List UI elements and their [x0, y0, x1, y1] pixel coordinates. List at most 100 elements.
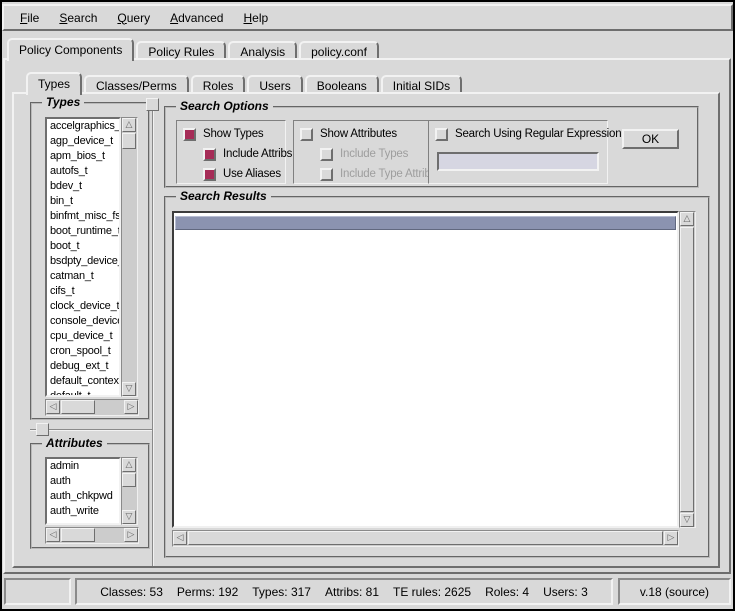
scroll-right-icon[interactable]: ▷ [664, 531, 678, 545]
stat-item: Classes: 53 [100, 585, 163, 599]
status-left-segment [4, 578, 71, 605]
checkbox-indicator [203, 168, 216, 181]
checkbox-label: Include Type Attribs [340, 168, 436, 180]
main-tab[interactable]: policy.conf [299, 41, 379, 58]
menu-item[interactable]: Search [49, 8, 107, 28]
scroll-up-icon[interactable]: △ [122, 118, 136, 132]
type-list-item[interactable]: clock_device_t [47, 299, 119, 314]
scroll-right-icon[interactable]: ▷ [124, 528, 138, 542]
type-list-item[interactable]: cron_spool_t [47, 344, 119, 359]
regex-entry[interactable] [439, 156, 597, 171]
scroll-down-icon[interactable]: ▽ [122, 510, 136, 524]
checkbox-indicator [320, 148, 333, 161]
attributes-vscrollbar[interactable]: △ ▽ [121, 457, 138, 525]
main-tab[interactable]: Analysis [228, 41, 297, 58]
attribute-list-item[interactable]: auth [47, 474, 119, 489]
scroll-right-icon[interactable]: ▷ [124, 400, 138, 414]
stat-item: Users: 3 [543, 585, 588, 599]
attributes-hscrollbar-thumb[interactable] [61, 528, 95, 542]
checkbox-indicator [435, 128, 448, 141]
scroll-up-icon[interactable]: △ [680, 212, 694, 226]
checkbox[interactable]: Show Attributes [300, 127, 429, 141]
scroll-left-icon[interactable]: ◁ [46, 400, 60, 414]
checkbox[interactable]: Show Types [183, 127, 285, 141]
checkbox-label: Use Aliases [223, 168, 281, 180]
attributes-vscrollbar-thumb[interactable] [122, 473, 136, 487]
component-tab[interactable]: Users [247, 75, 302, 92]
menu-item[interactable]: Query [107, 8, 160, 28]
show-types-option-group: Show Types Include Attribs Use Aliases [176, 120, 286, 184]
menu-list: FileSearchQueryAdvancedHelp [10, 8, 278, 28]
scroll-left-icon[interactable]: ◁ [46, 528, 60, 542]
vertical-sash [152, 111, 154, 566]
scroll-left-icon[interactable]: ◁ [173, 531, 187, 545]
types-listbox[interactable]: accelgraphics_eagp_device_tapm_bios_taut… [45, 117, 121, 397]
type-list-item[interactable]: apm_bios_t [47, 149, 119, 164]
type-list-item[interactable]: agp_device_t [47, 134, 119, 149]
types-hscrollbar-thumb[interactable] [61, 400, 95, 414]
type-list-item[interactable]: binfmt_misc_fs [47, 209, 119, 224]
regex-checkbox[interactable]: Search Using Regular Expression [435, 127, 607, 141]
results-vscrollbar[interactable]: △ ▽ [679, 211, 696, 528]
attribute-list-item[interactable]: admin [47, 459, 119, 474]
checkbox[interactable]: Include Attribs [203, 147, 285, 161]
type-list-item[interactable]: default_t [47, 389, 119, 397]
component-tab-bar: TypesClasses/PermsRolesUsersBooleansInit… [26, 72, 464, 95]
attributes-listbox[interactable]: adminauthauth_chkpwdauth_write [45, 457, 121, 525]
type-list-item[interactable]: cpu_device_t [47, 329, 119, 344]
types-hscrollbar[interactable]: ◁ ▷ [45, 399, 139, 416]
checkbox-label: Show Types [203, 128, 263, 140]
attributes-groupbox-title: Attributes [42, 436, 107, 450]
component-tab[interactable]: Booleans [305, 75, 379, 92]
menu-item[interactable]: Help [233, 8, 278, 28]
apol-main-window: FileSearchQueryAdvancedHelp Policy Compo… [0, 0, 735, 611]
type-list-item[interactable]: boot_runtime_t [47, 224, 119, 239]
type-list-item[interactable]: default_context [47, 374, 119, 389]
scroll-down-icon[interactable]: ▽ [680, 513, 694, 527]
results-vscrollbar-thumb[interactable] [680, 227, 694, 512]
main-tab-bar: Policy ComponentsPolicy RulesAnalysispol… [7, 38, 381, 61]
component-tab[interactable]: Classes/Perms [84, 75, 189, 92]
type-list-item[interactable]: cifs_t [47, 284, 119, 299]
type-list-item[interactable]: bsdpty_device_ [47, 254, 119, 269]
search-results-text[interactable] [172, 211, 679, 528]
results-hscrollbar[interactable]: ◁ ▷ [172, 530, 679, 547]
component-tab[interactable]: Types [26, 72, 82, 95]
component-tab[interactable]: Roles [191, 75, 246, 92]
component-tab[interactable]: Initial SIDs [381, 75, 462, 92]
checkbox-indicator [300, 128, 313, 141]
type-list-item[interactable]: console_device [47, 314, 119, 329]
main-tab[interactable]: Policy Rules [136, 41, 226, 58]
search-results-title: Search Results [176, 189, 271, 203]
scroll-up-icon[interactable]: △ [122, 458, 136, 472]
checkbox[interactable]: Include Types [320, 147, 429, 161]
type-list-item[interactable]: debug_ext_t [47, 359, 119, 374]
ok-button[interactable]: OK [622, 129, 679, 149]
menu-item[interactable]: Advanced [160, 8, 233, 28]
vertical-sash-handle[interactable] [146, 98, 159, 111]
horizontal-sash-handle[interactable] [36, 423, 49, 436]
types-vscrollbar[interactable]: △ ▽ [121, 117, 138, 397]
results-hscrollbar-thumb[interactable] [188, 531, 663, 545]
type-list-item[interactable]: bdev_t [47, 179, 119, 194]
type-list-item[interactable]: bin_t [47, 194, 119, 209]
checkbox[interactable]: Include Type Attribs [320, 167, 429, 181]
types-vscrollbar-thumb[interactable] [122, 133, 136, 149]
type-list-item[interactable]: boot_t [47, 239, 119, 254]
attributes-hscrollbar[interactable]: ◁ ▷ [45, 527, 139, 544]
menu-bar: FileSearchQueryAdvancedHelp [2, 4, 733, 31]
results-selection-bar [175, 216, 676, 230]
checkbox-label: Include Attribs [223, 148, 292, 160]
stat-item: Types: 317 [252, 585, 311, 599]
policy-version: v.18 (source) [640, 585, 709, 599]
checkbox[interactable]: Use Aliases [203, 167, 285, 181]
stat-item: Roles: 4 [485, 585, 529, 599]
type-list-item[interactable]: catman_t [47, 269, 119, 284]
main-tab[interactable]: Policy Components [7, 38, 134, 61]
scroll-down-icon[interactable]: ▽ [122, 382, 136, 396]
attribute-list-item[interactable]: auth_chkpwd [47, 489, 119, 504]
type-list-item[interactable]: accelgraphics_e [47, 119, 119, 134]
type-list-item[interactable]: autofs_t [47, 164, 119, 179]
attribute-list-item[interactable]: auth_write [47, 504, 119, 519]
menu-item[interactable]: File [10, 8, 49, 28]
